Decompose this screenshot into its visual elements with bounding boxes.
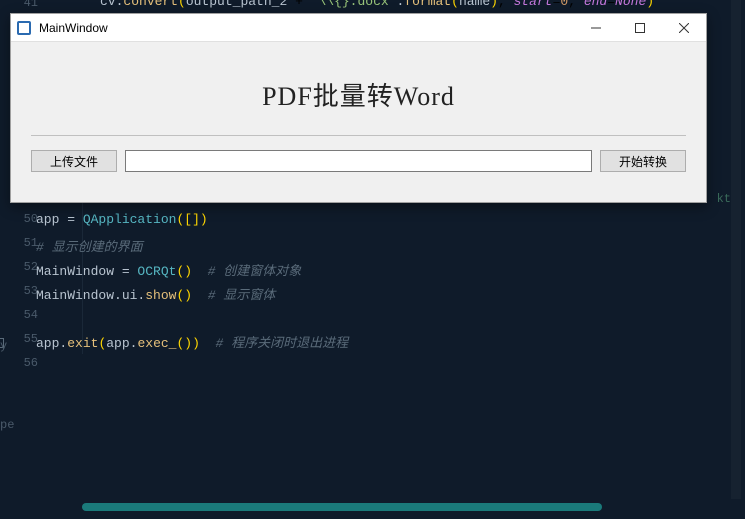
token: convert bbox=[123, 0, 178, 9]
code-line: # 显示创建的界面 bbox=[0, 236, 745, 260]
code-body[interactable]: app = QApplication([]) # 显示创建的界面 MainWin… bbox=[0, 212, 745, 380]
token: start bbox=[514, 0, 553, 9]
close-button[interactable] bbox=[662, 14, 706, 42]
token: end bbox=[584, 0, 607, 9]
separator bbox=[31, 135, 686, 136]
window-title: MainWindow bbox=[39, 21, 574, 35]
code-line bbox=[0, 356, 745, 380]
token: # 显示创建的界面 bbox=[36, 240, 143, 255]
code-line-41: cv.convert(output_path_2 + "\\{}.docx".f… bbox=[100, 0, 654, 9]
token: exec_ bbox=[137, 336, 176, 351]
page-title: PDF批量转Word bbox=[31, 76, 686, 113]
file-path-input[interactable] bbox=[125, 150, 592, 172]
code-line: MainWindow.ui.show() # 显示窗体 bbox=[0, 284, 745, 308]
token: app bbox=[36, 336, 59, 351]
dialog-body: PDF批量转Word 上传文件 开始转换 bbox=[11, 42, 706, 172]
side-label: pe bbox=[0, 418, 14, 432]
maximize-icon bbox=[635, 23, 645, 33]
side-label: kt bbox=[717, 192, 731, 206]
token: name bbox=[459, 0, 490, 9]
code-line: app.exit(app.exec_()) # 程序关闭时退出进程 bbox=[0, 332, 745, 356]
token: app bbox=[36, 212, 59, 227]
scrollbar-thumb[interactable] bbox=[82, 503, 602, 511]
token: = bbox=[114, 264, 137, 279]
token: show bbox=[145, 288, 176, 303]
token: None bbox=[615, 0, 646, 9]
main-window-dialog: MainWindow PDF批量转Word 上传文件 开始转换 bbox=[10, 13, 707, 203]
side-label: y bbox=[0, 339, 7, 353]
minimize-icon bbox=[591, 23, 601, 33]
token: cv bbox=[100, 0, 116, 9]
form-row: 上传文件 开始转换 bbox=[31, 150, 686, 172]
token: MainWindow bbox=[36, 288, 114, 303]
horizontal-scrollbar[interactable] bbox=[82, 503, 725, 513]
code-line: app = QApplication([]) bbox=[0, 212, 745, 236]
titlebar[interactable]: MainWindow bbox=[11, 14, 706, 42]
token: "\\{}.docx" bbox=[311, 0, 397, 9]
code-line: MainWindow = OCRQt() # 创建窗体对象 bbox=[0, 260, 745, 284]
token: OCRQt bbox=[137, 264, 176, 279]
close-icon bbox=[679, 23, 689, 33]
minimize-button[interactable] bbox=[574, 14, 618, 42]
token: output_path_2 bbox=[186, 0, 287, 9]
vertical-scrollbar[interactable] bbox=[731, 0, 741, 499]
token: = bbox=[59, 212, 82, 227]
token: QApplication bbox=[83, 212, 177, 227]
token: format bbox=[404, 0, 451, 9]
token: MainWindow bbox=[36, 264, 114, 279]
app-icon bbox=[17, 21, 31, 35]
token: # 创建窗体对象 bbox=[208, 264, 302, 279]
upload-button[interactable]: 上传文件 bbox=[31, 150, 117, 172]
token: .ui. bbox=[114, 288, 145, 303]
token: + bbox=[287, 0, 310, 9]
start-convert-button[interactable]: 开始转换 bbox=[600, 150, 686, 172]
gutter-line-41: 41 bbox=[0, 0, 48, 10]
token: # 程序关闭时退出进程 bbox=[216, 336, 349, 351]
maximize-button[interactable] bbox=[618, 14, 662, 42]
token: # 显示窗体 bbox=[208, 288, 276, 303]
code-line bbox=[0, 308, 745, 332]
token: exit bbox=[67, 336, 98, 351]
